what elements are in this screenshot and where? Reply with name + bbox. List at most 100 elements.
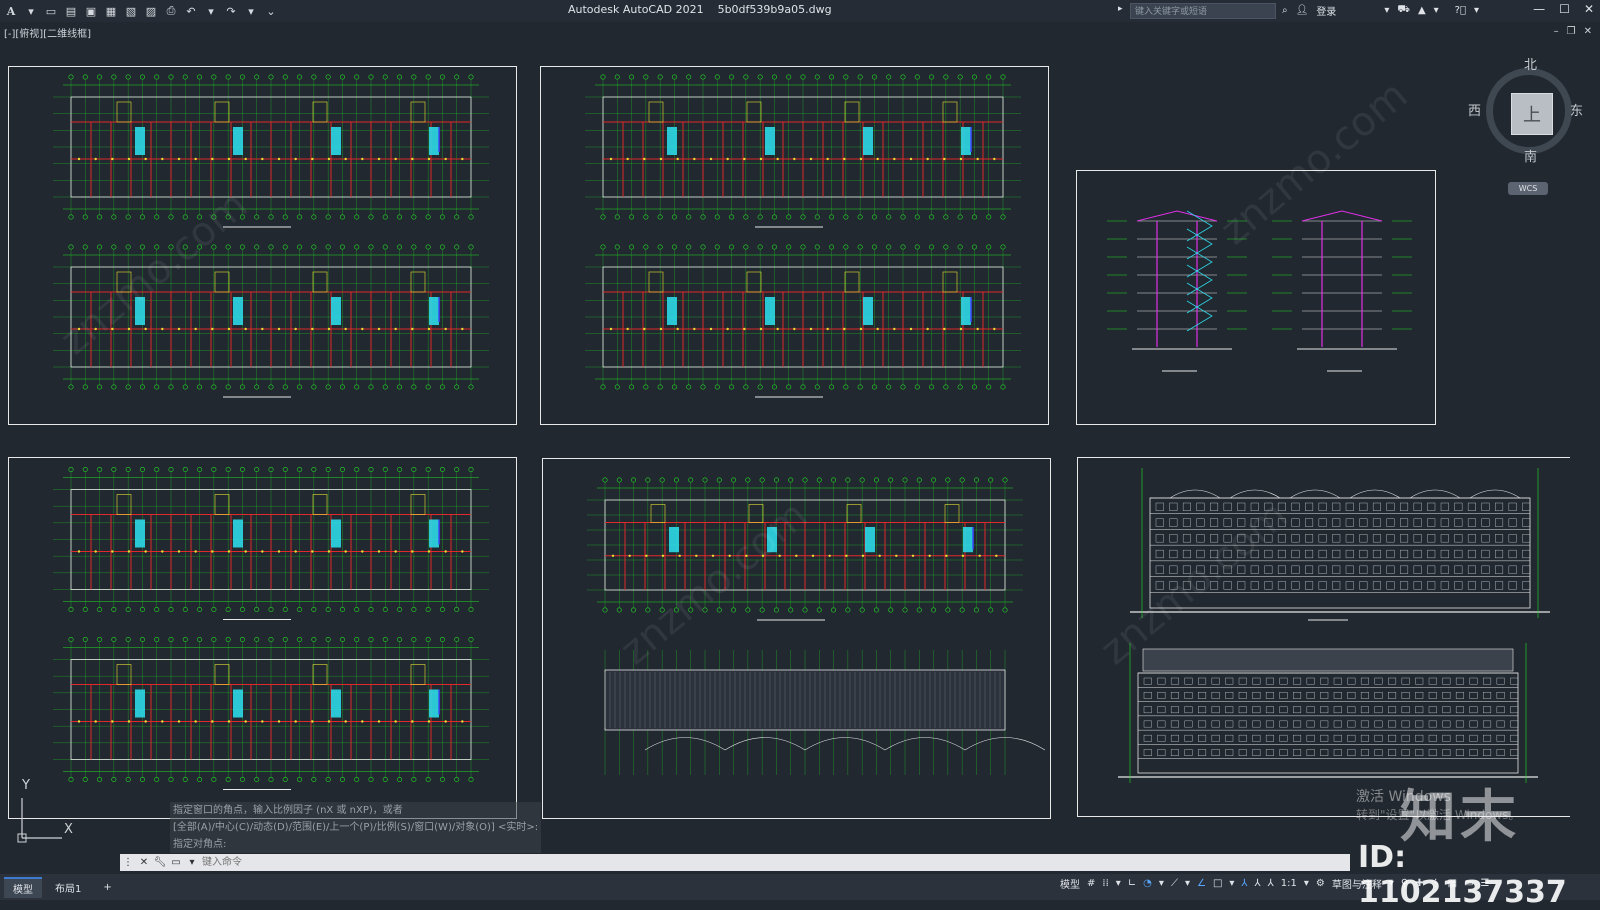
viewport-control-label[interactable]: [-][俯视][二维线框] bbox=[4, 25, 91, 40]
cad-linework bbox=[1510, 749, 1519, 756]
object-snap-tracking-icon[interactable]: ∠ bbox=[1197, 878, 1206, 889]
cart-icon[interactable]: ⛟ bbox=[1397, 4, 1410, 17]
cad-linework bbox=[609, 327, 613, 331]
cad-linework bbox=[125, 467, 131, 473]
cad-linework bbox=[111, 720, 114, 723]
cad-linework bbox=[771, 244, 777, 250]
publish-icon[interactable]: ▨ bbox=[144, 4, 158, 18]
search-input[interactable]: 键入关键字或短语 bbox=[1130, 3, 1276, 19]
cad-linework bbox=[846, 504, 862, 523]
cad-linework bbox=[1469, 692, 1478, 699]
autocad-logo-icon[interactable]: A bbox=[4, 4, 18, 18]
ortho-icon[interactable]: ∟ bbox=[1128, 878, 1136, 889]
expand-arrow-icon[interactable]: ▸ bbox=[1118, 4, 1123, 14]
polar-tracking-icon[interactable]: ◔ bbox=[1143, 878, 1152, 889]
tab-model[interactable]: 模型 bbox=[4, 876, 42, 898]
plot-preview-icon[interactable]: ▧ bbox=[124, 4, 138, 18]
view-cube[interactable]: 上 北 南 西 东 bbox=[1468, 58, 1584, 166]
cad-linework bbox=[657, 244, 663, 250]
autodesk-a360-icon[interactable]: ▲ bbox=[1418, 5, 1426, 16]
compass-west[interactable]: 西 bbox=[1468, 100, 1481, 119]
login-button[interactable]: 登录 bbox=[1316, 3, 1336, 18]
tab-layout1[interactable]: 布局1 bbox=[46, 878, 90, 897]
help-icon[interactable]: ?⃝ bbox=[1455, 5, 1466, 16]
minimize-icon[interactable]: — bbox=[1533, 2, 1545, 16]
undo-dropdown-icon[interactable]: ▾ bbox=[204, 4, 218, 18]
command-line-grip-icon[interactable]: ⋮ bbox=[120, 857, 136, 868]
command-customize-icon[interactable]: 🔧︎ bbox=[152, 857, 168, 868]
drawing-sheet-floor-plans-3[interactable] bbox=[8, 457, 517, 819]
user-icon[interactable]: 👤︎ bbox=[1296, 5, 1309, 16]
compass-east[interactable]: 东 bbox=[1570, 100, 1583, 119]
saveas-icon[interactable]: ▦ bbox=[104, 4, 118, 18]
cad-linework bbox=[1320, 749, 1329, 756]
undo-icon[interactable]: ↶ bbox=[184, 4, 198, 18]
open-icon[interactable]: ▤ bbox=[64, 4, 78, 18]
drawing-sheet-roof-plans[interactable] bbox=[542, 458, 1051, 819]
workspace-gear-icon[interactable]: ⚙ bbox=[1316, 878, 1325, 889]
annotation-scale-icon[interactable]: ⅄ bbox=[1268, 878, 1274, 889]
annotation-scale-value[interactable]: 1:1 bbox=[1281, 878, 1297, 889]
customize-icon[interactable]: ⌄ bbox=[264, 4, 278, 18]
cad-linework bbox=[294, 720, 297, 723]
doc-minimize-icon[interactable]: – bbox=[1554, 26, 1559, 37]
drawing-sheet-elevations[interactable] bbox=[1077, 457, 1570, 817]
cad-linework bbox=[959, 327, 963, 331]
annotation-visibility-icon[interactable]: ⅄ bbox=[1241, 878, 1247, 889]
command-history-line: 指定窗口的角点，输入比例因子 (nX 或 nXP)，或者 bbox=[170, 802, 542, 819]
object-snap-dropdown-icon[interactable]: ▾ bbox=[1229, 878, 1234, 889]
grid-icon[interactable]: # bbox=[1087, 878, 1095, 889]
print-icon[interactable]: ⎙ bbox=[164, 4, 178, 18]
auto-scale-icon[interactable]: ⅄ bbox=[1255, 878, 1261, 889]
scale-dropdown-icon[interactable]: ▾ bbox=[1304, 878, 1309, 889]
cad-linework bbox=[239, 467, 245, 473]
recent-commands-dropdown-icon[interactable]: ▾ bbox=[184, 857, 200, 868]
save-icon[interactable]: ▣ bbox=[84, 4, 98, 18]
snap-dropdown-icon[interactable]: ▾ bbox=[1116, 878, 1121, 889]
a360-dropdown-icon[interactable]: ▾ bbox=[1434, 5, 1439, 16]
new-icon[interactable]: ▭ bbox=[44, 4, 58, 18]
cad-linework bbox=[68, 637, 74, 643]
snap-icon[interactable]: ⁞⁞ bbox=[1102, 878, 1108, 889]
redo-icon[interactable]: ↷ bbox=[224, 4, 238, 18]
cad-linework bbox=[177, 720, 181, 723]
cad-linework bbox=[1264, 581, 1273, 590]
doc-close-icon[interactable]: ✕ bbox=[1584, 26, 1592, 37]
login-dropdown-icon[interactable]: ▾ bbox=[1384, 5, 1389, 16]
drawing-sheet-floor-plans-1[interactable] bbox=[8, 66, 517, 425]
tab-add-layout[interactable]: + bbox=[94, 880, 120, 895]
view-cube-top-face[interactable]: 上 bbox=[1511, 93, 1553, 135]
cad-linework bbox=[454, 637, 460, 643]
close-icon[interactable]: ✕ bbox=[1584, 2, 1594, 16]
polar-dropdown-icon[interactable]: ▾ bbox=[1159, 878, 1164, 889]
compass-south[interactable]: 南 bbox=[1524, 146, 1537, 165]
cad-linework bbox=[802, 477, 808, 483]
cad-linework bbox=[729, 244, 735, 250]
model-space-button[interactable]: 模型 bbox=[1060, 876, 1080, 891]
maximize-icon[interactable]: ☐ bbox=[1559, 2, 1570, 16]
search-icon[interactable]: ⌕ bbox=[1282, 5, 1288, 16]
cad-linework bbox=[1469, 734, 1478, 742]
help-dropdown-icon[interactable]: ▾ bbox=[1474, 5, 1479, 16]
drawing-sheet-floor-plans-2[interactable] bbox=[540, 66, 1049, 425]
wcs-menu-button[interactable]: WCS bbox=[1508, 182, 1548, 195]
cad-linework bbox=[1264, 518, 1273, 527]
object-snap-icon[interactable]: □ bbox=[1213, 878, 1222, 889]
cad-linework bbox=[68, 244, 74, 250]
command-input[interactable] bbox=[200, 856, 804, 869]
cad-linework bbox=[629, 384, 635, 390]
app-menu-chevron-icon[interactable]: ▾ bbox=[24, 4, 38, 18]
cad-linework bbox=[154, 637, 160, 643]
compass-north[interactable]: 北 bbox=[1524, 54, 1537, 73]
cad-linework bbox=[714, 214, 720, 220]
drawing-sheet-sections[interactable] bbox=[1076, 170, 1436, 425]
doc-restore-icon[interactable]: ❐ bbox=[1567, 26, 1576, 37]
recent-commands-icon[interactable]: ▭ bbox=[168, 857, 184, 868]
command-close-icon[interactable]: ✕ bbox=[136, 857, 152, 868]
isodraft-icon[interactable]: ⟋ bbox=[1171, 878, 1178, 889]
cad-linework bbox=[468, 776, 474, 782]
isodraft-dropdown-icon[interactable]: ▾ bbox=[1185, 878, 1190, 889]
cad-linework bbox=[182, 637, 188, 643]
redo-dropdown-icon[interactable]: ▾ bbox=[244, 4, 258, 18]
cad-linework bbox=[1332, 534, 1341, 543]
